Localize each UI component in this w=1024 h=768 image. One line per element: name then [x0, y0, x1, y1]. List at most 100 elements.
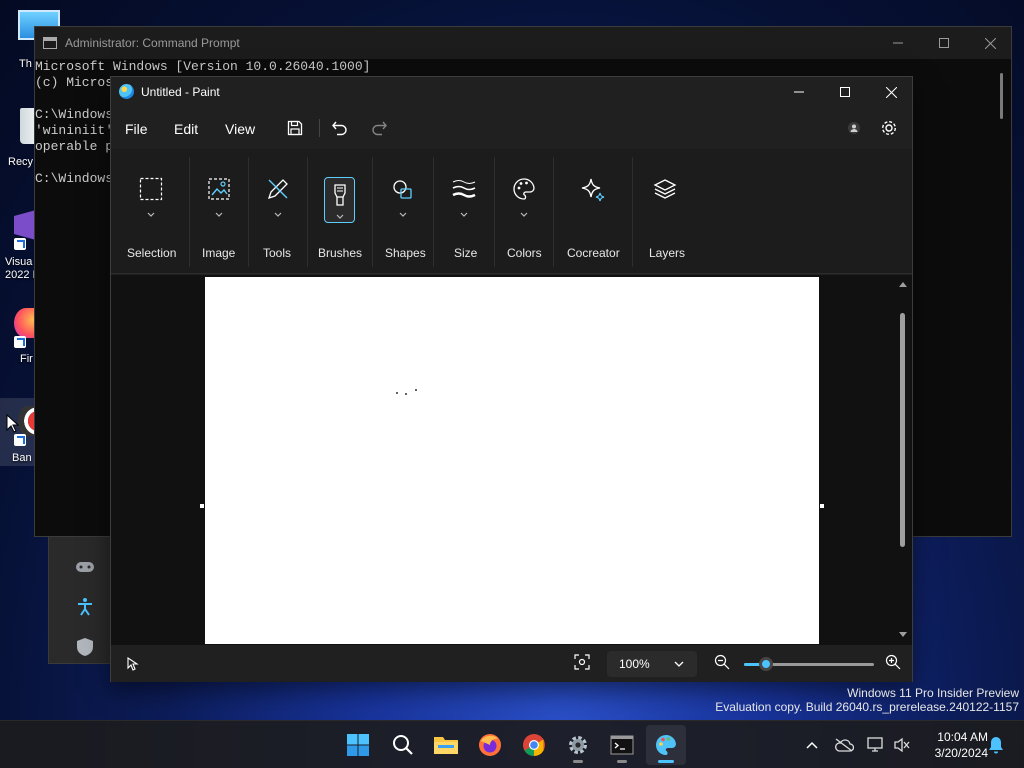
- paint-minimize-button[interactable]: [776, 77, 822, 107]
- firefox-taskbar-button[interactable]: [470, 725, 510, 765]
- cmd-scrollbar[interactable]: [1000, 73, 1003, 119]
- tool-selection[interactable]: Selection: [111, 149, 189, 274]
- zoom-in-icon: [885, 654, 901, 670]
- canvas-resize-handle-left[interactable]: [200, 504, 204, 508]
- tool-label: Layers: [649, 246, 686, 260]
- show-hidden-icons-button[interactable]: [802, 735, 822, 755]
- cmd-minimize-button[interactable]: [875, 27, 921, 59]
- paint-window[interactable]: Untitled - Paint File Edit View Selectio…: [110, 76, 913, 682]
- scrollbar-thumb[interactable]: [900, 313, 905, 547]
- undo-button[interactable]: [329, 117, 351, 139]
- notifications-button[interactable]: [986, 735, 1006, 755]
- tool-label: Selection: [127, 246, 177, 260]
- paint-stroke-dot: [405, 393, 407, 395]
- desktop-icon-firefox[interactable]: Fir: [0, 308, 38, 368]
- tool-image[interactable]: Image: [190, 149, 248, 274]
- chrome-icon: [523, 734, 545, 756]
- fit-to-window-button[interactable]: [574, 654, 594, 674]
- desktop-icon-this-pc[interactable]: Th: [0, 10, 60, 70]
- onedrive-button[interactable]: [834, 735, 854, 755]
- menubar-divider: [319, 119, 320, 137]
- shortcut-arrow-icon: [14, 434, 26, 446]
- tool-colors[interactable]: Colors: [495, 149, 553, 274]
- tool-label: Cocreator: [567, 246, 620, 260]
- settings-taskbar-button[interactable]: [558, 725, 598, 765]
- watermark-build: Evaluation copy. Build 26040.rs_prerelea…: [715, 700, 1019, 714]
- zoom-out-button[interactable]: [714, 654, 734, 674]
- running-indicator: [573, 760, 583, 763]
- accessibility-icon[interactable]: [75, 597, 95, 617]
- canvas-resize-handle-right[interactable]: [820, 504, 824, 508]
- workspace-vertical-scrollbar[interactable]: [898, 277, 908, 641]
- selection-icon: [135, 173, 167, 205]
- scroll-up-arrow-icon: [899, 282, 907, 287]
- clock-time: 10:04 AM: [937, 730, 988, 744]
- paint-close-button[interactable]: [868, 77, 914, 107]
- cmd-icon: [43, 37, 57, 49]
- drawing-canvas[interactable]: [205, 277, 819, 644]
- cloud-offline-icon: [835, 738, 854, 752]
- zoom-out-icon: [714, 654, 730, 670]
- tool-tools[interactable]: Tools: [249, 149, 307, 274]
- account-button[interactable]: [843, 117, 865, 139]
- paint-menubar: File Edit View: [111, 109, 912, 147]
- tool-size[interactable]: Size: [434, 149, 494, 274]
- minimize-icon: [794, 91, 804, 93]
- paint-maximize-button[interactable]: [822, 77, 868, 107]
- desktop-icon-recycle-bin[interactable]: Recy: [0, 108, 40, 168]
- terminal-taskbar-button[interactable]: [602, 725, 642, 765]
- desktop-icon-visual-studio[interactable]: Visua 2022 I: [0, 210, 38, 281]
- paint-icon: [656, 734, 676, 755]
- paint-workspace: [111, 275, 912, 645]
- chevron-down-icon: [674, 661, 684, 667]
- chrome-taskbar-button[interactable]: [514, 725, 554, 765]
- tool-cocreator[interactable]: Cocreator: [554, 149, 632, 274]
- redo-button[interactable]: [368, 117, 390, 139]
- mouse-cursor-icon: [6, 414, 20, 433]
- volume-button[interactable]: [892, 735, 912, 755]
- tool-shapes[interactable]: Shapes: [373, 149, 433, 274]
- network-button[interactable]: [866, 735, 886, 755]
- paint-titlebar[interactable]: Untitled - Paint: [111, 77, 912, 107]
- terminal-icon: [610, 735, 634, 755]
- zoom-level-dropdown[interactable]: 100%: [607, 651, 697, 677]
- shield-icon[interactable]: [75, 637, 95, 657]
- zoom-in-button[interactable]: [885, 654, 905, 674]
- running-indicator: [617, 760, 627, 763]
- windows-watermark: Windows 11 Pro Insider Preview Evaluatio…: [715, 686, 1019, 714]
- save-button[interactable]: [284, 117, 306, 139]
- zoom-slider-thumb[interactable]: [759, 657, 774, 671]
- menu-file[interactable]: File: [125, 121, 148, 137]
- scroll-down-arrow-icon: [899, 632, 907, 637]
- desktop-icon-label: Ban: [12, 452, 32, 464]
- tool-layers[interactable]: Layers: [633, 149, 697, 274]
- tool-brushes[interactable]: Brushes: [308, 149, 372, 274]
- cmd-title: Administrator: Command Prompt: [65, 36, 240, 50]
- settings-button[interactable]: [878, 117, 900, 139]
- settings-panel-fragment: [48, 530, 118, 664]
- fit-to-window-icon: [574, 654, 590, 670]
- tool-label: Shapes: [385, 246, 426, 260]
- palette-icon: [508, 173, 540, 205]
- search-button[interactable]: [383, 725, 423, 765]
- gear-icon: [881, 120, 897, 136]
- taskbar-clock[interactable]: 10:04 AM 3/20/2024: [922, 729, 988, 761]
- file-explorer-button[interactable]: [426, 725, 466, 765]
- gamepad-icon[interactable]: [75, 557, 95, 577]
- paint-ribbon: Selection Image Tools Brushes Shapes Siz…: [111, 149, 912, 274]
- cmd-titlebar[interactable]: Administrator: Command Prompt: [35, 27, 1011, 59]
- maximize-icon: [840, 87, 850, 97]
- tool-label: Tools: [263, 246, 292, 260]
- chevron-up-icon: [806, 741, 818, 749]
- paint-taskbar-button[interactable]: [646, 725, 686, 765]
- start-button[interactable]: [338, 725, 378, 765]
- menu-view[interactable]: View: [225, 121, 255, 137]
- maximize-icon: [939, 38, 949, 48]
- watermark-edition: Windows 11 Pro Insider Preview: [847, 686, 1019, 700]
- menu-edit[interactable]: Edit: [174, 121, 198, 137]
- paint-app-icon: [119, 84, 134, 99]
- pencil-icon: [262, 173, 294, 205]
- cmd-close-button[interactable]: [967, 27, 1013, 59]
- cmd-maximize-button[interactable]: [921, 27, 967, 59]
- gear-icon: [569, 736, 587, 754]
